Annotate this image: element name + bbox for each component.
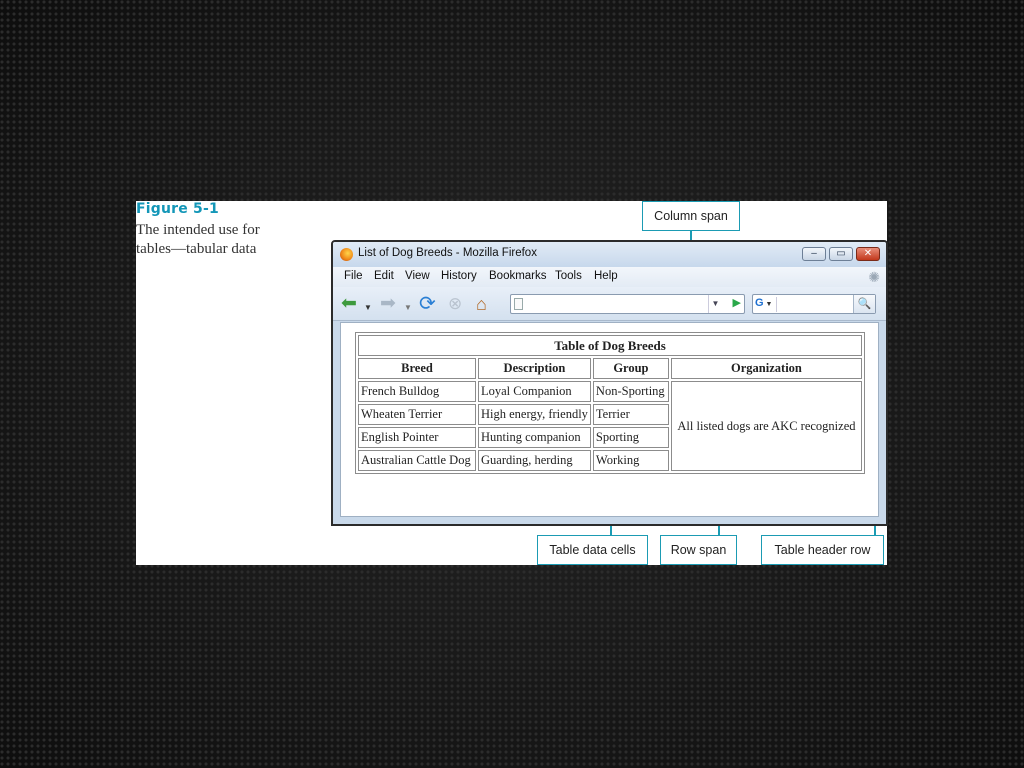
cell-breed: French Bulldog [358, 381, 476, 402]
menu-bookmarks[interactable]: Bookmarks [489, 270, 547, 282]
figure-panel: Figure 5-1 The intended use for tables—t… [136, 201, 888, 565]
table-title: Table of Dog Breeds [358, 335, 862, 356]
header-group: Group [592, 358, 669, 379]
cell-group: Non-Sporting [592, 381, 669, 402]
callout-table-header-row: Table header row [761, 535, 884, 565]
menu-file[interactable]: File [344, 270, 363, 282]
menu-history[interactable]: History [441, 270, 477, 282]
search-bar[interactable]: G ▼ 🔍 [752, 294, 876, 314]
window-title: List of Dog Breeds - Mozilla Firefox [358, 247, 537, 259]
cell-description: Guarding, herding [478, 450, 591, 471]
firefox-window: List of Dog Breeds - Mozilla Firefox ‒ ▭… [331, 240, 888, 526]
page-content: Table of Dog Breeds Breed Description Gr… [340, 322, 879, 517]
callout-column-span: Column span [642, 201, 740, 231]
cell-group: Working [592, 450, 669, 471]
header-breed: Breed [358, 358, 476, 379]
title-bar: List of Dog Breeds - Mozilla Firefox ‒ ▭… [333, 242, 886, 267]
table-title-row: Table of Dog Breeds [358, 335, 862, 356]
navigation-toolbar: ⬅ ▼ ➡ ▼ ⟳ ⊗ ⌂ ▼ ▶ G ▼ 🔍 [333, 287, 886, 321]
search-engine-google-icon[interactable]: G ▼ [755, 297, 777, 312]
forward-icon[interactable]: ➡ [380, 294, 396, 314]
reload-icon[interactable]: ⟳ [419, 294, 436, 314]
stop-icon[interactable]: ⊗ [448, 294, 462, 314]
minimize-button[interactable]: ‒ [802, 247, 826, 261]
menu-edit[interactable]: Edit [374, 270, 394, 282]
callout-table-data-cells: Table data cells [537, 535, 648, 565]
menu-tools[interactable]: Tools [555, 270, 582, 282]
cell-breed: English Pointer [358, 427, 476, 448]
activity-throbber-icon: ✺ [868, 269, 880, 285]
figure-caption: The intended use for tables—tabular data [136, 222, 260, 257]
menu-bar: File Edit View History Bookmarks Tools H… [333, 267, 886, 287]
header-description: Description [478, 358, 591, 379]
cell-group: Sporting [592, 427, 669, 448]
cell-description: High energy, friendly [478, 404, 591, 425]
close-button[interactable]: ✕ [856, 247, 880, 261]
table-header-row: Breed Description Group Organization [358, 358, 862, 379]
forward-history-dropdown-icon[interactable]: ▼ [404, 298, 412, 318]
figure-label: Figure 5-1 [136, 201, 219, 217]
menu-help[interactable]: Help [594, 270, 618, 282]
back-icon[interactable]: ⬅ [341, 294, 357, 314]
cell-description: Loyal Companion [478, 381, 591, 402]
menu-view[interactable]: View [405, 270, 430, 282]
search-engine-letter: G [755, 297, 764, 309]
maximize-button[interactable]: ▭ [829, 247, 853, 261]
callout-row-span: Row span [660, 535, 737, 565]
cell-breed: Wheaten Terrier [358, 404, 476, 425]
cell-group: Terrier [592, 404, 669, 425]
header-organization: Organization [670, 358, 862, 379]
back-history-dropdown-icon[interactable]: ▼ [364, 298, 372, 318]
go-icon[interactable]: ▶ [733, 296, 741, 309]
cell-breed: Australian Cattle Dog [358, 450, 476, 471]
search-magnifier-icon[interactable]: 🔍 [853, 295, 875, 313]
page-icon [514, 298, 523, 310]
url-input[interactable] [527, 297, 697, 311]
cell-description: Hunting companion [478, 427, 591, 448]
home-icon[interactable]: ⌂ [476, 294, 487, 314]
cell-organization-rowspan: All listed dogs are AKC recognized [670, 381, 862, 471]
firefox-icon [340, 248, 353, 261]
url-dropdown-icon[interactable]: ▼ [708, 295, 722, 313]
dog-breeds-table: Table of Dog Breeds Breed Description Gr… [355, 332, 865, 474]
table-row: French Bulldog Loyal Companion Non-Sport… [358, 381, 862, 471]
search-input[interactable] [780, 297, 850, 311]
address-bar[interactable]: ▼ ▶ [510, 294, 745, 314]
